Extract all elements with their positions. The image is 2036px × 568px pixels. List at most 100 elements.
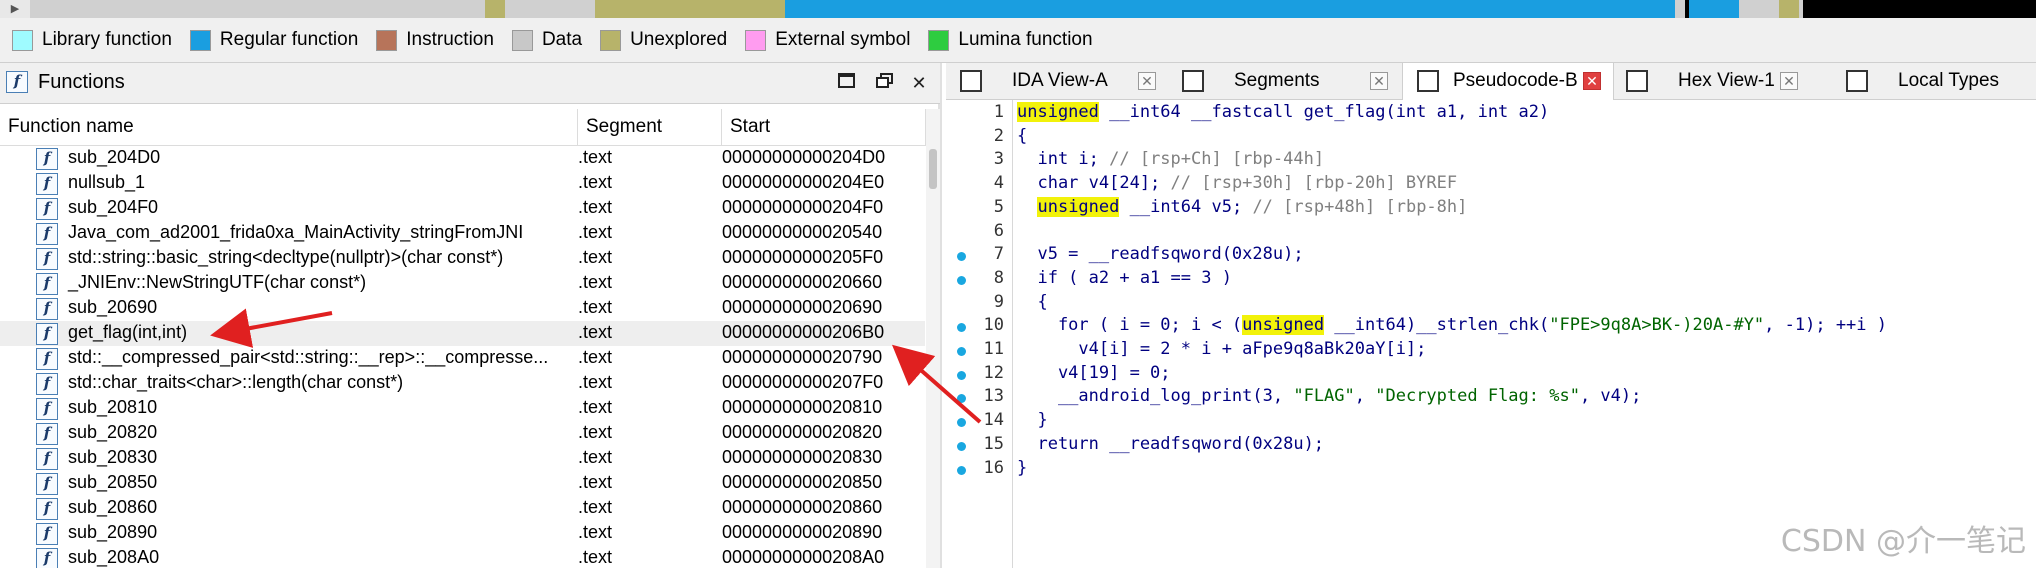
legend-label: Library function (42, 29, 172, 50)
function-row-get-flag[interactable]: f get_flag(int,int) .text 00000000000206… (0, 321, 925, 346)
nav-band-segment[interactable] (30, 0, 485, 18)
breakpoint-dot-icon[interactable] (957, 275, 966, 285)
function-row[interactable]: f std::char_traits<char>::length(char co… (0, 371, 925, 396)
code-line[interactable]: int i; // [rsp+Ch] [rbp-44h] (1017, 149, 1324, 169)
function-row[interactable]: f sub_20820 .text 0000000000020820 (0, 421, 925, 446)
code-token: return __readfsqword(0x28u); (1017, 433, 1325, 454)
breakpoint-dot-icon[interactable] (957, 347, 966, 356)
scrollbar-thumb[interactable] (929, 149, 937, 189)
function-row[interactable]: f sub_20810 .text 0000000000020810 (0, 396, 925, 421)
code-line[interactable]: { (1017, 126, 1027, 146)
column-header-start[interactable]: Start (722, 109, 926, 145)
function-segment: .text (578, 222, 613, 242)
tab-ida-view-a[interactable]: IDA View-A ✕ (946, 63, 1168, 99)
code-line[interactable]: v5 = __readfsqword(0x28u); (1017, 244, 1303, 264)
function-name: std::char_traits<char>::length(char cons… (68, 372, 404, 392)
legend-swatch (12, 29, 33, 51)
column-header-function-name[interactable]: Function name (0, 109, 578, 145)
legend-swatch (745, 29, 767, 51)
hex-view-icon (1626, 70, 1648, 92)
breakpoint-dot-icon[interactable] (957, 441, 966, 451)
code-line[interactable]: { (1017, 292, 1047, 312)
code-line[interactable]: unsigned __int64 __fastcall get_flag(int… (1017, 102, 1549, 122)
code-token: char v4[24]; (1017, 173, 1171, 194)
code-token: // [rsp+Ch] [rbp-44h] (1109, 149, 1325, 170)
function-icon: f (36, 523, 58, 545)
function-row[interactable]: f sub_208A0 .text 00000000000208A0 (0, 546, 925, 568)
code-line[interactable]: for ( i = 0; i < (unsigned __int64)__str… (1017, 315, 1887, 336)
legend-label: Unexplored (630, 29, 728, 50)
function-row[interactable]: f sub_204D0 .text 00000000000204D0 (0, 146, 925, 171)
function-row[interactable]: f std::string::basic_string<decltype(nul… (0, 246, 925, 271)
function-name: sub_20890 (68, 522, 158, 542)
close-icon[interactable]: ✕ (1370, 72, 1388, 90)
code-line[interactable]: if ( a2 + a1 == 3 ) (1017, 268, 1231, 288)
close-icon[interactable]: ✕ (1583, 72, 1601, 90)
function-icon: f (36, 323, 58, 345)
close-icon[interactable]: ✕ (1138, 72, 1156, 90)
breakpoint-dot-icon[interactable] (957, 465, 966, 475)
maximize-icon[interactable] (834, 70, 860, 96)
breakpoint-dot-icon[interactable] (957, 370, 966, 380)
function-row[interactable]: f sub_20860 .text 0000000000020860 (0, 496, 925, 521)
pseudocode-view[interactable]: 1 2 3 4 5 6 7 8 9 10 11 12 13 14 15 16 unsigned __int64… (946, 100, 2036, 568)
function-row[interactable]: f nullsub_1 .text 00000000000204E0 (0, 171, 925, 196)
column-header-segment[interactable]: Segment (578, 109, 722, 145)
function-segment: .text (578, 472, 613, 492)
functions-panel-title: Functions (38, 71, 125, 93)
nav-band-segment[interactable] (1675, 0, 1685, 18)
function-start: 00000000000205F0 (722, 247, 884, 267)
code-line[interactable]: v4[i] = 2 * i + aFpe9q8aBk20aY[i]; (1017, 339, 1426, 359)
function-row[interactable]: f sub_20690 .text 0000000000020690 (0, 296, 925, 321)
code-line[interactable]: char v4[24]; // [rsp+30h] [rbp-20h] BYRE… (1017, 173, 1457, 193)
legend-item-library-function: Library function (12, 29, 172, 51)
code-token: } (1017, 410, 1048, 431)
code-line[interactable]: } (1017, 410, 1048, 431)
function-start: 0000000000020860 (722, 497, 883, 517)
function-row[interactable]: f std::__compressed_pair<std::string::__… (0, 346, 925, 371)
function-start: 00000000000204F0 (722, 197, 884, 217)
line-number: 14 (983, 410, 1004, 431)
code-line[interactable]: return __readfsqword(0x28u); (1017, 434, 1324, 454)
code-line[interactable]: v4[19] = 0; (1017, 363, 1171, 383)
nav-band-segment[interactable] (505, 0, 595, 18)
nav-band-segment[interactable] (785, 0, 1675, 18)
tab-pseudocode-b[interactable]: Pseudocode-B ✕ (1402, 63, 1614, 100)
function-row[interactable]: f sub_20850 .text 0000000000020850 (0, 471, 925, 496)
nav-band-segment[interactable] (1739, 0, 1779, 18)
functions-scrollbar[interactable] (926, 109, 940, 568)
code-line[interactable]: unsigned __int64 v5; // [rsp+48h] [rbp-8… (1017, 196, 1468, 217)
tab-segments[interactable]: Segments ✕ (1168, 63, 1402, 99)
close-icon[interactable]: ✕ (1780, 72, 1798, 90)
line-number: 11 (983, 339, 1004, 359)
function-icon: f (36, 273, 58, 295)
nav-band-segment[interactable] (1803, 0, 2036, 18)
code-line[interactable]: } (1017, 458, 1027, 478)
function-row[interactable]: f sub_20890 .text 0000000000020890 (0, 521, 925, 546)
tab-hex-view-1[interactable]: Hex View-1 ✕ (1612, 63, 1832, 99)
function-name: Java_com_ad2001_frida0xa_MainActivity_st… (68, 222, 524, 242)
nav-band-arrow-icon[interactable]: ▶ (0, 0, 31, 18)
nav-band-segment[interactable] (1689, 0, 1739, 18)
function-row[interactable]: f _JNIEnv::NewStringUTF(char const*) .te… (0, 271, 925, 296)
function-name: std::string::basic_string<decltype(nullp… (68, 247, 504, 267)
nav-band-segment[interactable] (595, 0, 785, 18)
functions-panel-titlebar[interactable]: f Functions ✕ (0, 63, 940, 104)
function-row[interactable]: f sub_20830 .text 0000000000020830 (0, 446, 925, 471)
legend-label: Instruction (406, 29, 494, 50)
nav-band-segment[interactable] (1779, 0, 1799, 18)
navigation-band[interactable]: ▶ (0, 0, 2036, 18)
code-token: // [rsp+48h] [rbp-8h] (1252, 196, 1468, 217)
line-number: 5 (993, 196, 1004, 217)
function-name: sub_208A0 (68, 547, 160, 567)
code-line[interactable]: __android_log_print(3, "FLAG", "Decrypte… (1017, 386, 1641, 406)
float-window-icon[interactable] (872, 70, 898, 96)
legend-item-data: Data (511, 29, 582, 51)
close-icon[interactable]: ✕ (906, 70, 932, 96)
function-row[interactable]: f sub_204F0 .text 00000000000204F0 (0, 196, 925, 221)
tab-local-types[interactable]: Local Types (1832, 63, 2036, 99)
function-row[interactable]: f Java_com_ad2001_frida0xa_MainActivity_… (0, 221, 925, 246)
code-token: __int64)__strlen_chk( (1324, 315, 1550, 336)
nav-band-segment[interactable] (485, 0, 505, 18)
